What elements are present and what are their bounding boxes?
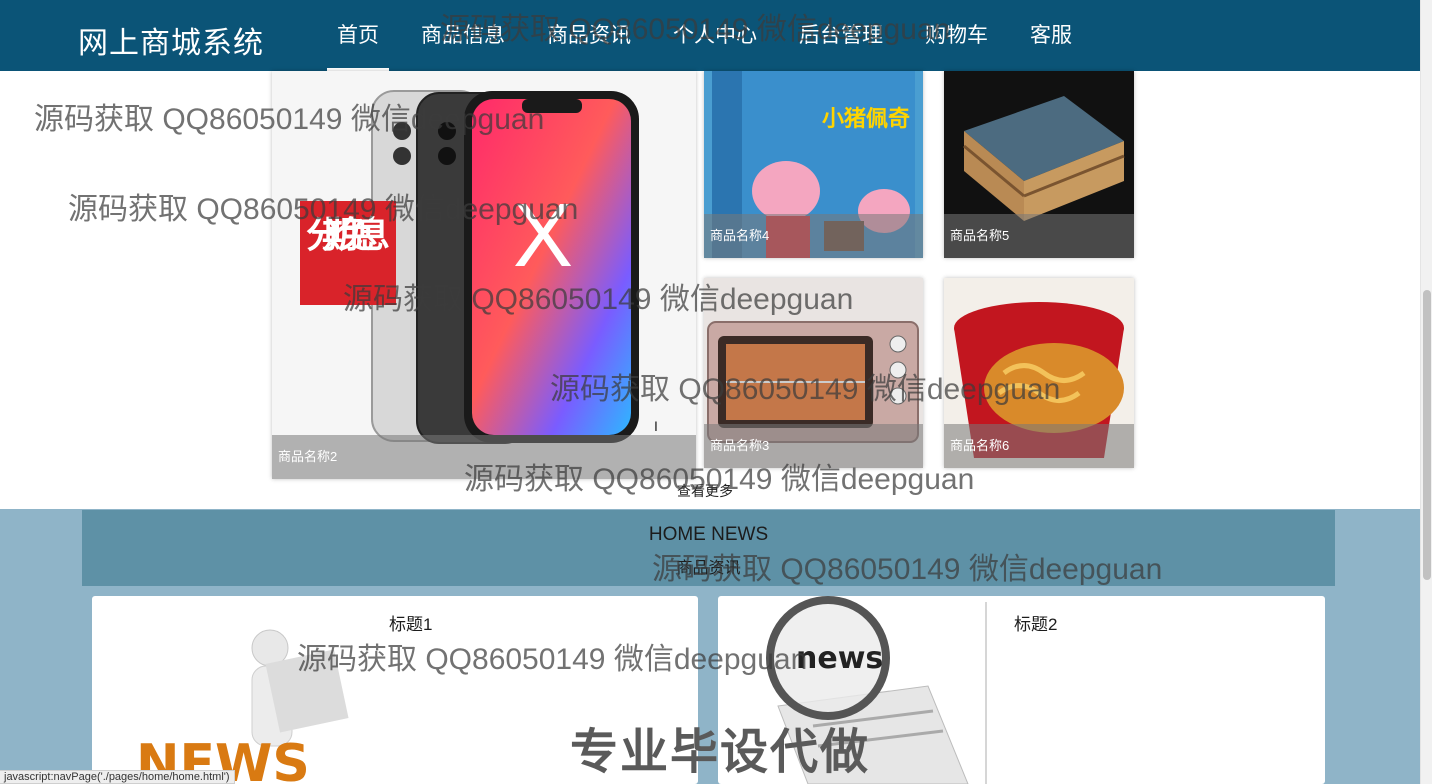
- nav-home[interactable]: 首页: [316, 0, 400, 71]
- text-cursor-icon: I: [654, 418, 658, 434]
- book-title: 小猪佩奇: [822, 106, 910, 132]
- news-heading-cn: 商品资讯: [676, 560, 741, 577]
- product-caption: 商品名称2: [272, 435, 696, 479]
- nav-products[interactable]: 商品信息: [400, 0, 526, 71]
- product-caption: 商品名称6: [944, 424, 1134, 468]
- product-caption: 商品名称4: [704, 214, 923, 258]
- nav-news[interactable]: 商品资讯: [526, 0, 652, 71]
- product-card-6[interactable]: 商品名称6: [944, 278, 1134, 468]
- product-card-3[interactable]: 商品名称3: [704, 278, 923, 468]
- magnified-text: news: [796, 641, 883, 676]
- product-caption: 商品名称3: [704, 424, 923, 468]
- nav-cart[interactable]: 购物车: [904, 0, 1009, 71]
- news-card-1[interactable]: NEWS 标题1: [92, 596, 698, 784]
- view-more-link[interactable]: 查看更多: [677, 481, 733, 501]
- browser-status-bar: javascript:navPage('./pages/home/home.ht…: [0, 770, 235, 784]
- news-header: HOME NEWS 商品资讯: [82, 510, 1335, 586]
- product-caption: 商品名称5: [944, 214, 1134, 258]
- page-scrollbar[interactable]: [1420, 0, 1432, 784]
- phone-image: X 分期免息: [300, 90, 639, 444]
- news-title-1: 标题1: [389, 615, 433, 634]
- news-card-2[interactable]: news 标题2: [718, 596, 1325, 784]
- top-navbar: 网上商城系统 首页 商品信息 商品资讯 个人中心 后台管理 购物车 客服: [0, 0, 1420, 71]
- phone-x-mark: X: [513, 186, 573, 286]
- product-card-5[interactable]: 商品名称5: [944, 71, 1134, 258]
- promo-badge-text: 分期免息: [306, 215, 390, 256]
- product-card-4[interactable]: 小猪佩奇 商品名称4: [704, 71, 923, 258]
- nav-service[interactable]: 客服: [1009, 0, 1093, 71]
- news-title-2: 标题2: [1014, 615, 1058, 634]
- nav-admin[interactable]: 后台管理: [778, 0, 904, 71]
- product-card-2[interactable]: X 分期免息 商品名称2: [272, 71, 696, 479]
- main-nav: 首页 商品信息 商品资讯 个人中心 后台管理 购物车 客服: [316, 0, 1093, 71]
- scrollbar-thumb[interactable]: [1423, 290, 1431, 580]
- nav-user-center[interactable]: 个人中心: [652, 0, 778, 71]
- news-heading-en: HOME NEWS: [648, 524, 769, 545]
- site-logo[interactable]: 网上商城系统: [78, 18, 264, 62]
